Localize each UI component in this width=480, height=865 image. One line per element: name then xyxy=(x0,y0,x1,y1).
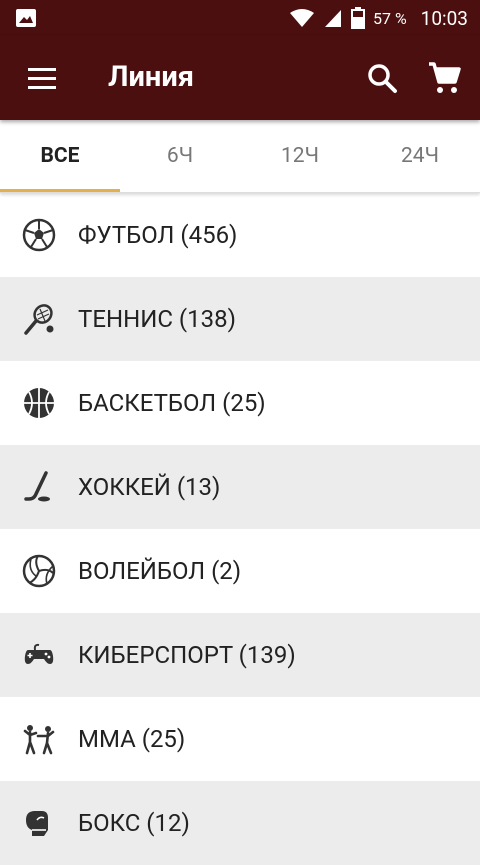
volleyball-icon xyxy=(22,554,56,588)
image-icon xyxy=(16,9,36,27)
sport-row-football[interactable]: ФУТБОЛ (456) xyxy=(0,193,480,277)
soccer-ball-icon xyxy=(22,218,56,252)
battery-percent: 57 % xyxy=(373,8,407,28)
tab-6h[interactable]: 6Ч xyxy=(120,120,240,192)
sport-label: ФУТБОЛ (456) xyxy=(78,221,238,249)
mma-fighter-icon xyxy=(23,725,55,755)
search-icon[interactable] xyxy=(366,62,398,94)
basketball-icon xyxy=(24,388,54,418)
boxing-glove-icon xyxy=(26,811,48,836)
tab-all[interactable]: ВСЕ xyxy=(0,120,120,192)
sport-label: ВОЛЕЙБОЛ (2) xyxy=(78,557,242,585)
page-title: Линия xyxy=(108,60,194,94)
sport-row-hockey[interactable]: ХОККЕЙ (13) xyxy=(0,445,480,529)
sport-label: ТЕННИС (138) xyxy=(78,305,236,333)
menu-icon[interactable] xyxy=(26,66,58,90)
sport-label: ХОККЕЙ (13) xyxy=(78,473,221,501)
sport-row-basketball[interactable]: БАСКЕТБОЛ (25) xyxy=(0,361,480,445)
app-bar: Линия xyxy=(0,36,480,120)
clock: 10:03 xyxy=(420,6,468,30)
wifi-icon xyxy=(290,9,314,27)
battery-icon xyxy=(351,7,365,29)
tennis-racket-icon xyxy=(24,304,54,335)
hockey-stick-icon xyxy=(24,471,50,502)
tab-12h[interactable]: 12Ч xyxy=(240,120,360,192)
time-filter-tabs: ВСЕ 6Ч 12Ч 24Ч xyxy=(0,120,480,193)
sport-row-mma[interactable]: ММА (25) xyxy=(0,697,480,781)
gamepad-icon xyxy=(24,643,54,664)
sport-row-volleyball[interactable]: ВОЛЕЙБОЛ (2) xyxy=(0,529,480,613)
sport-label: КИБЕРСПОРТ (139) xyxy=(78,641,296,669)
sport-row-boxing[interactable]: БОКС (12) xyxy=(0,781,480,865)
signal-icon xyxy=(325,10,341,27)
sport-label: ММА (25) xyxy=(78,725,186,753)
sport-row-esports[interactable]: КИБЕРСПОРТ (139) xyxy=(0,613,480,697)
tab-24h[interactable]: 24Ч xyxy=(360,120,480,192)
sports-list: ФУТБОЛ (456) ТЕННИС (138) БАСКЕТБОЛ (25)… xyxy=(0,193,480,865)
cart-icon[interactable] xyxy=(426,60,462,96)
status-bar: 57 % 10:03 xyxy=(0,0,480,36)
sport-label: БОКС (12) xyxy=(78,809,190,837)
sport-label: БАСКЕТБОЛ (25) xyxy=(78,389,266,417)
sport-row-tennis[interactable]: ТЕННИС (138) xyxy=(0,277,480,361)
